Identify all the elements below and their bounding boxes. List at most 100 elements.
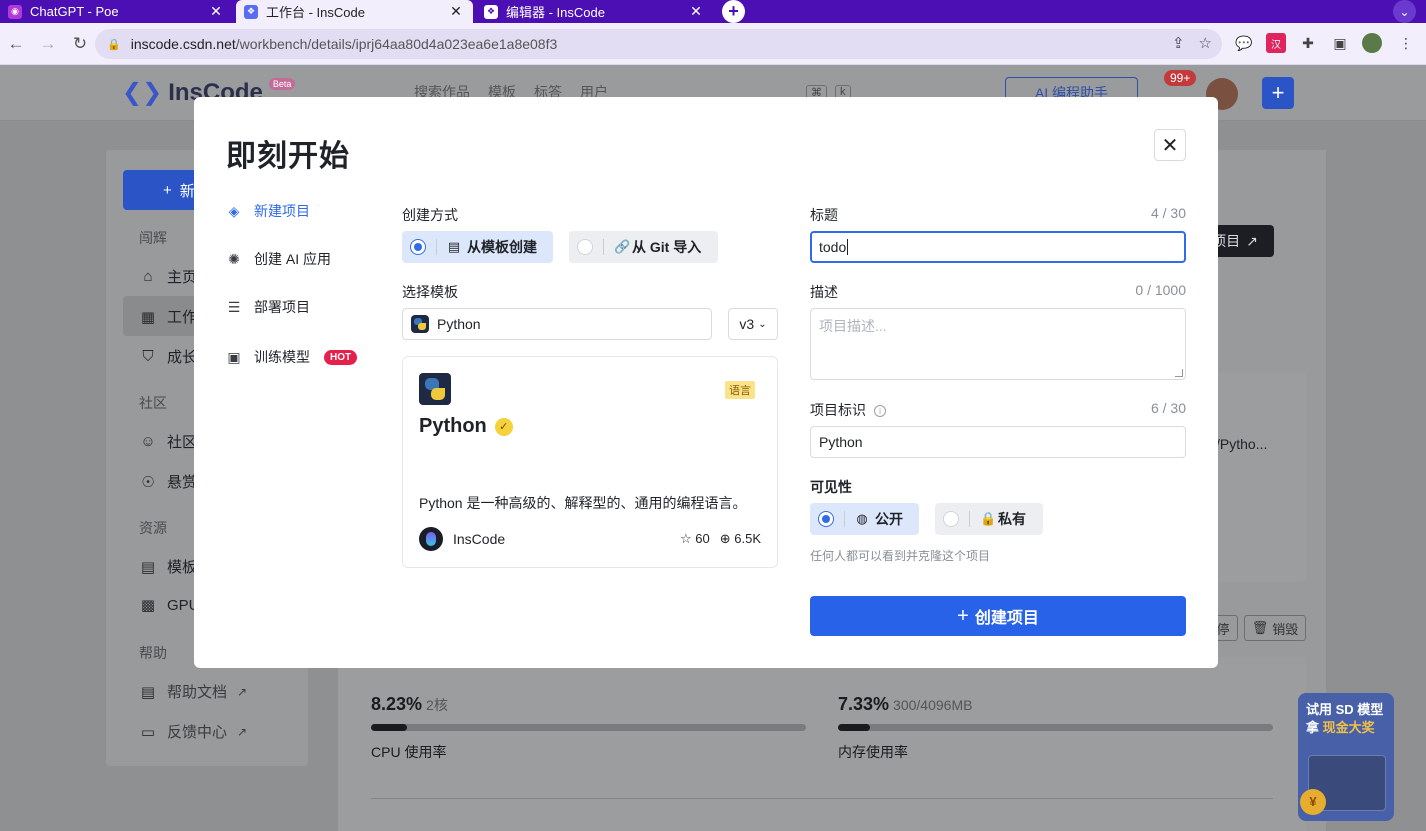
browser-tab[interactable]: ◉ ChatGPT - Poe ✕ xyxy=(0,0,233,23)
cpu-usage-bar xyxy=(371,724,806,731)
puzzle-icon[interactable]: ✚ xyxy=(1298,33,1318,53)
from-git-option[interactable]: 🔗 从 Git 导入 xyxy=(569,231,718,263)
radio-checked xyxy=(818,511,834,527)
inscode-icon: ❖ xyxy=(244,4,258,19)
tab-title: 编辑器 - InsCode xyxy=(506,5,605,20)
create-plus-button[interactable]: + xyxy=(1262,77,1294,109)
title-input[interactable]: todo xyxy=(810,231,1186,263)
visibility-hint: 任何人都可以看到并克隆这个项目 xyxy=(810,549,991,563)
template-search-input[interactable]: Python xyxy=(402,308,712,340)
close-icon[interactable]: ✕ xyxy=(209,3,223,20)
template-label: 选择模板 xyxy=(402,284,458,300)
sidebar-group-label: 资源 xyxy=(139,520,167,536)
memory-stat: 7.33% 300/4096MB 内存使用率 xyxy=(838,694,1273,760)
tab-list-chevron-icon[interactable]: ⌄ xyxy=(1393,0,1416,23)
menu-item-deploy[interactable]: ☰ 部署项目 xyxy=(226,297,310,317)
star-count: 60 xyxy=(695,531,710,546)
separator xyxy=(436,239,437,255)
visibility-public-option[interactable]: ◍ 公开 xyxy=(810,503,919,535)
share-icon[interactable]: ⇪ xyxy=(1172,34,1185,52)
external-link-icon: ↗ xyxy=(237,684,248,699)
beta-badge: Beta xyxy=(268,77,296,90)
radio-unchecked xyxy=(943,511,959,527)
extension-icon[interactable]: 汉 xyxy=(1266,33,1286,53)
menu-item-train-model[interactable]: ▣ 训练模型 HOT xyxy=(226,347,358,367)
sidebar-item-label: 社区 xyxy=(167,434,198,451)
close-button[interactable]: ✕ xyxy=(1154,129,1186,161)
sidebar-item-growth[interactable]: ⛉ 成长 xyxy=(139,346,197,367)
cpu-usage-fill xyxy=(371,724,407,731)
resize-handle[interactable] xyxy=(1175,369,1183,377)
profile-avatar[interactable] xyxy=(1362,33,1382,53)
description-textarea[interactable]: 项目描述... xyxy=(810,308,1186,380)
visibility-private-option[interactable]: 🔒 私有 xyxy=(935,503,1043,535)
title-value: todo xyxy=(819,239,847,255)
template-author[interactable]: InsCode xyxy=(419,527,505,551)
template-stats: ☆ 60 ⊕ 6.5K xyxy=(680,531,761,547)
menu-item-new-project[interactable]: ◈ 新建项目 xyxy=(226,201,310,221)
menu-item-create-ai-app[interactable]: ✺ 创建 AI 应用 xyxy=(226,249,331,269)
version-select[interactable]: v3 ⌄ xyxy=(728,308,778,340)
template-card[interactable]: 语言 Python ✓ Python 是一种高级的、解释型的、通用的编程语言。 … xyxy=(402,356,778,568)
sidebar-item-label: 模板 xyxy=(167,559,198,576)
create-method-label: 创建方式 xyxy=(402,207,458,223)
promo-banner[interactable]: 试用 SD 模型 拿 现金大奖 ¥ xyxy=(1298,693,1394,821)
kebab-menu-icon[interactable]: ⋮ xyxy=(1396,33,1416,53)
sidebar-item-home[interactable]: ⌂ 主页 xyxy=(139,266,197,287)
sidebar-item-templates[interactable]: ▤ 模板 xyxy=(139,556,197,577)
text-caret xyxy=(847,239,849,255)
sidebar-item-bounty[interactable]: ☉ 悬赏 xyxy=(139,471,197,492)
bookmark-star-icon[interactable]: ☆ xyxy=(1199,34,1212,52)
author-name: InsCode xyxy=(453,531,506,547)
create-project-button[interactable]: + 创建项目 xyxy=(810,596,1186,636)
option-label: 私有 xyxy=(998,511,1026,527)
browser-tab-bar: ◉ ChatGPT - Poe ✕ ❖ 工作台 - InsCode ✕ ❖ 编辑… xyxy=(0,0,1426,23)
identifier-value: Python xyxy=(819,434,863,450)
destroy-button[interactable]: 🗑 销毁 xyxy=(1244,615,1306,641)
radio-unchecked xyxy=(577,239,593,255)
fork-icon: ⊕ xyxy=(719,531,731,546)
sidebar-item-label: 工作 xyxy=(167,309,198,326)
sidebar-toggle-icon[interactable]: ▣ xyxy=(1330,33,1350,53)
radio-checked xyxy=(410,239,426,255)
sidebar-item-gpu[interactable]: ▩ GPU xyxy=(139,596,200,615)
new-tab-button[interactable]: + xyxy=(722,0,745,23)
sidebar-item-community[interactable]: ☺ 社区 xyxy=(139,431,197,452)
chat-extension-icon[interactable]: 💬 xyxy=(1234,33,1254,53)
create-project-label: 创建项目 xyxy=(974,610,1039,627)
sidebar-item-workbench[interactable]: ▦ 工作 xyxy=(139,306,197,327)
shield-icon: ⛉ xyxy=(142,348,154,365)
description-placeholder: 项目描述... xyxy=(819,318,887,334)
template-name: Python ✓ xyxy=(419,415,513,438)
separator xyxy=(603,239,604,255)
poe-icon: ◉ xyxy=(8,4,22,19)
sidebar-group-label: 帮助 xyxy=(139,645,167,661)
close-icon[interactable]: ✕ xyxy=(449,3,463,20)
destroy-label: 销毁 xyxy=(1272,621,1299,637)
cpu-stat: 8.23% 2核 CPU 使用率 xyxy=(371,694,806,760)
reload-icon[interactable]: ↻ xyxy=(64,34,96,54)
close-icon[interactable]: ✕ xyxy=(689,3,703,20)
layers-icon: ◈ xyxy=(228,202,240,219)
identifier-label-row: 项目标识 i xyxy=(810,400,886,420)
memory-label: 内存使用率 xyxy=(838,744,908,760)
sidebar-item-feedback[interactable]: ▭ 反馈中心 ↗ xyxy=(139,721,247,742)
external-link-icon: ↗ xyxy=(237,724,248,739)
browser-tab[interactable]: ❖ 编辑器 - InsCode ✕ xyxy=(476,0,713,23)
resource-stats xyxy=(338,657,1306,831)
back-arrow-icon[interactable]: ← xyxy=(0,34,32,54)
sidebar-item-label: 反馈中心 xyxy=(167,724,228,741)
info-icon[interactable]: i xyxy=(874,405,886,418)
promo-line: 拿 xyxy=(1306,720,1320,735)
sidebar-group-label: 社区 xyxy=(139,395,167,411)
sidebar-item-label: 悬赏 xyxy=(167,474,198,491)
url-field[interactable]: 🔒 inscode.csdn.net/workbench/details/ipr… xyxy=(95,29,1222,59)
smile-icon: ☺ xyxy=(140,433,156,450)
browser-tab-active[interactable]: ❖ 工作台 - InsCode ✕ xyxy=(236,0,473,23)
from-template-option[interactable]: ▤ 从模板创建 xyxy=(402,231,553,263)
identifier-input[interactable]: Python xyxy=(810,426,1186,458)
menu-item-label: 创建 AI 应用 xyxy=(254,251,332,267)
forward-arrow-icon[interactable]: → xyxy=(32,34,64,54)
separator xyxy=(844,511,845,527)
sidebar-item-docs[interactable]: ▤ 帮助文档 ↗ xyxy=(139,681,247,702)
